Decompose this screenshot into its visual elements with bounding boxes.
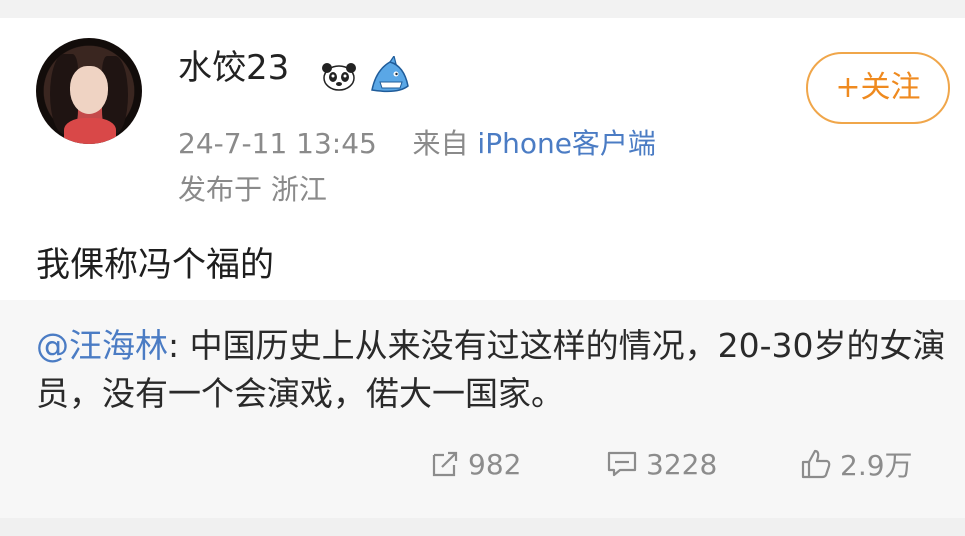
post-timestamp: 24-7-11 13:45	[178, 127, 377, 160]
shark-badge-icon	[371, 56, 409, 93]
bottom-divider	[0, 518, 965, 536]
like-button[interactable]: 2.9万	[800, 444, 913, 484]
thumbs-up-icon	[801, 449, 831, 479]
repost-body: : 中国历史上从来没有过这样的情况，20-30岁的女演员，没有一个会演戏，偌大一…	[36, 326, 946, 413]
avatar-face	[70, 66, 108, 114]
comment-icon	[607, 451, 637, 477]
username[interactable]: 水饺23	[178, 48, 289, 88]
follow-button[interactable]: +关注	[806, 52, 950, 124]
post-location: 发布于 浙江	[178, 173, 327, 206]
share-count: 982	[468, 447, 522, 481]
action-bar: 982 3228 2.9万	[0, 444, 965, 484]
user-avatar[interactable]	[36, 38, 142, 144]
post-source-link[interactable]: iPhone客户端	[477, 127, 656, 160]
post-meta: 24-7-11 13:45 来自 iPhone客户端	[178, 127, 656, 161]
comment-button[interactable]: 3228	[606, 444, 717, 484]
repost-text: @汪海林: 中国历史上从来没有过这样的情况，20-30岁的女演员，没有一个会演戏…	[36, 322, 946, 418]
share-button[interactable]: 982	[430, 444, 521, 484]
post-text: 我倮称冯个福的	[36, 245, 274, 285]
panda-badge-icon	[322, 63, 356, 91]
comment-count: 3228	[646, 447, 718, 481]
source-prefix: 来自	[412, 127, 469, 160]
repost-mention-link[interactable]: @汪海林	[36, 326, 168, 365]
share-icon	[432, 451, 458, 477]
avatar-shirt	[64, 118, 116, 144]
like-count: 2.9万	[840, 449, 913, 482]
